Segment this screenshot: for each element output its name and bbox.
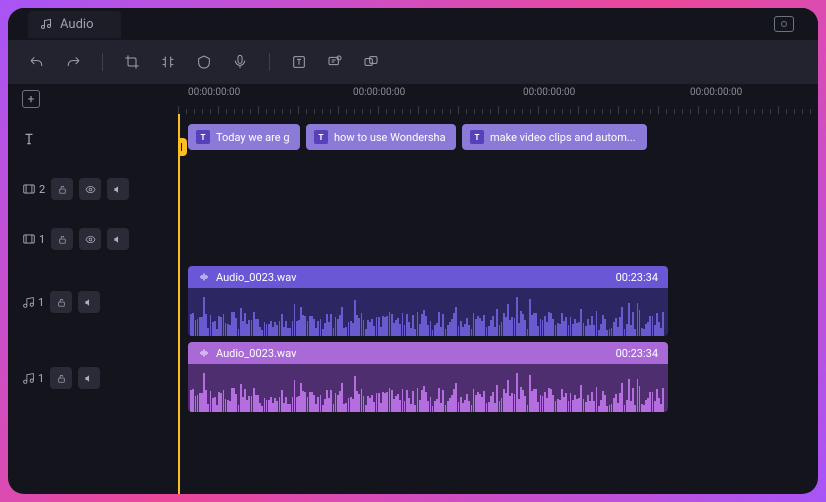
ruler-timecode: 00:00:00:00 (353, 87, 405, 98)
timeline-area: + 00:00:00:00 00:00:00:00 00:00:00:00 00… (8, 84, 818, 494)
toolbar (8, 40, 818, 84)
ruler-row: + 00:00:00:00 00:00:00:00 00:00:00:00 00… (8, 84, 818, 114)
audio-tab[interactable]: Audio (28, 11, 121, 38)
audio-track-row: Audio_0023.wav 00:23:34 (178, 342, 818, 412)
track-number: 1 (38, 296, 44, 309)
tracks-body: 2 1 1 1 (8, 114, 818, 494)
audio-track-row: Audio_0023.wav 00:23:34 (178, 266, 818, 336)
track-mute-button[interactable] (107, 178, 129, 200)
track-header-video-2: 2 (8, 164, 178, 214)
text-clip-label: make video clips and autom... (490, 131, 636, 144)
editor-window: Audio + 00:00:00:00 00 (8, 8, 818, 494)
audio-track-icon (22, 296, 35, 309)
crop-button[interactable] (117, 47, 147, 77)
text-track-row: T Today we are g T how to use Wondersha … (178, 124, 818, 154)
redo-button[interactable] (58, 47, 88, 77)
audio-clip-name: Audio_0023.wav (216, 347, 296, 360)
track-lock-button[interactable] (50, 291, 72, 313)
title-button[interactable] (284, 47, 314, 77)
text-track-icon (22, 132, 36, 146)
track-lock-button[interactable] (51, 228, 73, 250)
audio-clip[interactable]: Audio_0023.wav 00:23:34 (188, 266, 668, 336)
subtitle-button[interactable] (356, 47, 386, 77)
audio-waveform (188, 364, 668, 412)
tab-bar: Audio (8, 8, 818, 40)
track-mute-button[interactable] (107, 228, 129, 250)
track-mute-button[interactable] (78, 367, 100, 389)
text-clip[interactable]: T how to use Wondersha (306, 124, 456, 150)
toolbar-divider (102, 53, 103, 71)
undo-button[interactable] (22, 47, 52, 77)
voiceover-button[interactable] (225, 47, 255, 77)
caption-button[interactable] (320, 47, 350, 77)
text-clip-label: Today we are g (216, 131, 290, 144)
ruler-timecode: 00:00:00:00 (188, 87, 240, 98)
music-icon (40, 18, 52, 30)
audio-clip-duration: 00:23:34 (616, 271, 658, 284)
track-header-audio-1: 1 (8, 264, 178, 340)
text-clip[interactable]: T make video clips and autom... (462, 124, 647, 150)
audio-track-icon (22, 372, 35, 385)
track-number: 1 (38, 372, 44, 385)
audio-clip-name: Audio_0023.wav (216, 271, 296, 284)
split-button[interactable] (153, 47, 183, 77)
track-content[interactable]: T Today we are g T how to use Wondersha … (178, 114, 818, 494)
track-headers: 2 1 1 1 (8, 114, 178, 494)
toolbar-divider (269, 53, 270, 71)
audio-clip[interactable]: Audio_0023.wav 00:23:34 (188, 342, 668, 412)
track-number: 1 (39, 233, 45, 246)
audio-clip-duration: 00:23:34 (616, 347, 658, 360)
text-clip-icon: T (314, 130, 328, 144)
add-track-button[interactable]: + (22, 90, 40, 108)
tab-label: Audio (60, 17, 93, 32)
track-header-video-1: 1 (8, 214, 178, 264)
track-lock-button[interactable] (51, 178, 73, 200)
camera-icon[interactable] (774, 16, 794, 32)
text-clip[interactable]: T Today we are g (188, 124, 300, 150)
ruler-timecode: 00:00:00:00 (523, 87, 575, 98)
track-lock-button[interactable] (50, 367, 72, 389)
video-track-icon (22, 182, 36, 196)
timeline-ruler[interactable]: 00:00:00:00 00:00:00:00 00:00:00:00 00:0… (178, 84, 818, 114)
text-clip-icon: T (196, 130, 210, 144)
text-clip-icon: T (470, 130, 484, 144)
waveform-icon (198, 271, 210, 283)
ruler-timecode: 00:00:00:00 (690, 87, 742, 98)
track-visibility-button[interactable] (79, 178, 101, 200)
track-header-audio-2: 1 (8, 340, 178, 416)
track-number: 2 (39, 183, 45, 196)
marker-button[interactable] (189, 47, 219, 77)
text-clip-label: how to use Wondersha (334, 131, 446, 144)
video-track-icon (22, 232, 36, 246)
track-visibility-button[interactable] (79, 228, 101, 250)
track-header-text (8, 114, 178, 164)
waveform-icon (198, 347, 210, 359)
track-mute-button[interactable] (78, 291, 100, 313)
audio-waveform (188, 288, 668, 336)
